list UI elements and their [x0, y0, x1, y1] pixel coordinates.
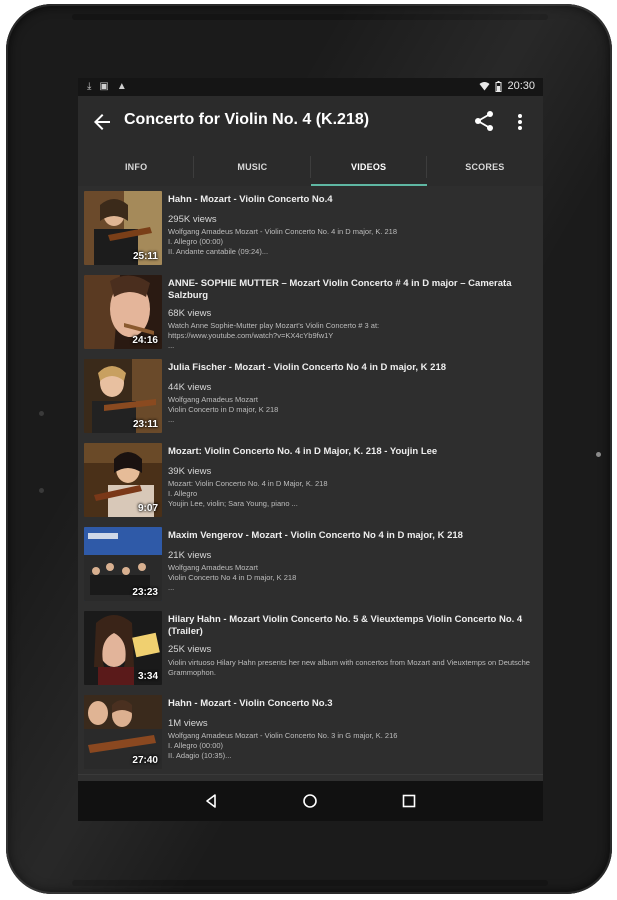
- video-thumbnail[interactable]: 24:16: [84, 275, 162, 349]
- video-thumbnail[interactable]: 23:23: [84, 527, 162, 601]
- video-duration: 24:16: [132, 335, 158, 346]
- share-icon[interactable]: [472, 109, 496, 133]
- video-thumbnail[interactable]: 27:40: [84, 695, 162, 769]
- back-arrow-icon[interactable]: [90, 110, 114, 134]
- video-description: Watch Anne Sophie-Mutter play Mozart's V…: [168, 321, 380, 350]
- video-description: Wolfgang Amadeus Mozart - Violin Concert…: [168, 227, 398, 256]
- video-duration: 3:34: [137, 671, 158, 682]
- video-description: Mozart: Violin Concerto No. 4 in D Major…: [168, 479, 328, 508]
- video-description: Wolfgang Amadeus Mozart - Violin Concert…: [168, 731, 398, 760]
- bottom-speaker-grille: [72, 880, 548, 886]
- video-views: 25K views: [168, 644, 212, 655]
- video-title: Mozart: Violin Concerto No. 4 in D Major…: [168, 446, 438, 457]
- video-views: 21K views: [168, 550, 212, 561]
- video-list: 25:11 Hahn - Mozart - Violin Concerto No…: [78, 186, 543, 781]
- video-list-item[interactable]: 9:07 Mozart: Violin Concerto No. 4 in D …: [78, 438, 543, 523]
- video-list-item[interactable]: 3:34 Hilary Hahn - Mozart Violin Concert…: [78, 606, 543, 691]
- notification-icons: ⤓ ▣ ▲: [87, 81, 127, 92]
- video-duration: 27:40: [132, 755, 158, 766]
- video-views: 39K views: [168, 466, 212, 477]
- system-icons: 20:30: [479, 80, 535, 92]
- tablet-device: ⤓ ▣ ▲ 20:30 Concerto for Violin No. 4 (K…: [6, 4, 612, 894]
- tab-label: SCORES: [465, 162, 505, 172]
- video-duration: 23:11: [132, 419, 158, 430]
- navigation-bar: [78, 781, 543, 821]
- video-duration: 9:07: [137, 503, 158, 514]
- video-thumbnail[interactable]: 23:11: [84, 359, 162, 433]
- video-description: Wolfgang Amadeus Mozart Violin Concerto …: [168, 563, 297, 592]
- app-bar: Concerto for Violin No. 4 (K.218): [78, 96, 543, 148]
- video-list-item[interactable]: 25:11 Hahn - Mozart - Violin Concerto No…: [78, 186, 543, 271]
- page-title: Concerto for Violin No. 4 (K.218): [124, 111, 370, 128]
- wifi-icon: [479, 82, 490, 91]
- video-title: Hahn - Mozart - Violin Concerto No.4: [168, 194, 333, 205]
- more-options-icon[interactable]: [510, 110, 530, 134]
- camera-icon: ▣: [99, 81, 109, 92]
- video-title: Julia Fischer - Mozart - Violin Concerto…: [168, 362, 447, 373]
- nav-recents-icon[interactable]: [400, 792, 418, 810]
- android-icon: ▲: [116, 81, 127, 92]
- video-title: ANNE- SOPHIE MUTTER – Mozart Violin Conc…: [168, 278, 512, 301]
- nav-home-icon[interactable]: [301, 792, 319, 810]
- video-list-item[interactable]: 23:23 Maxim Vengerov - Mozart - Violin C…: [78, 522, 543, 607]
- tab-music[interactable]: MUSIC: [194, 148, 311, 186]
- video-thumbnail[interactable]: 25:11: [84, 191, 162, 265]
- video-title: Maxim Vengerov - Mozart - Violin Concert…: [168, 530, 463, 541]
- video-duration: 23:23: [132, 587, 158, 598]
- download-icon: ⤓: [87, 81, 92, 92]
- video-duration: 25:11: [132, 251, 158, 262]
- top-speaker-grille: [72, 14, 548, 20]
- video-title: Hilary Hahn - Mozart Violin Concerto No.…: [168, 614, 523, 637]
- video-views: 1M views: [168, 718, 208, 729]
- video-title: Hahn - Mozart - Violin Concerto No.3: [168, 698, 333, 709]
- video-list-item[interactable]: 24:16 ANNE- SOPHIE MUTTER – Mozart Violi…: [78, 270, 543, 355]
- video-thumbnail[interactable]: 3:34: [84, 611, 162, 685]
- device-sensor: [39, 411, 44, 416]
- tab-bar: INFO MUSIC VIDEOS SCORES: [78, 148, 543, 186]
- tab-label: MUSIC: [237, 162, 268, 172]
- video-views: 44K views: [168, 382, 212, 393]
- tab-scores[interactable]: SCORES: [427, 148, 543, 186]
- nav-back-icon[interactable]: [202, 792, 220, 810]
- device-sensor: [39, 488, 44, 493]
- tab-label: INFO: [124, 162, 148, 172]
- tab-label: VIDEOS: [351, 162, 387, 172]
- battery-icon: [495, 80, 502, 92]
- video-list-item[interactable]: 27:40 Hahn - Mozart - Violin Concerto No…: [78, 690, 543, 775]
- video-views: 68K views: [168, 308, 212, 319]
- tab-videos[interactable]: VIDEOS: [310, 148, 428, 186]
- status-bar: ⤓ ▣ ▲ 20:30: [78, 78, 543, 96]
- video-thumbnail[interactable]: 9:07: [84, 443, 162, 517]
- video-list-item[interactable]: 23:11 Julia Fischer - Mozart - Violin Co…: [78, 354, 543, 439]
- video-description: Wolfgang Amadeus Mozart Violin Concerto …: [168, 395, 279, 424]
- clock: 20:30: [507, 80, 535, 92]
- front-camera: [596, 452, 601, 457]
- tab-info[interactable]: INFO: [78, 148, 195, 186]
- video-views: 295K views: [168, 214, 217, 225]
- screen: ⤓ ▣ ▲ 20:30 Concerto for Violin No. 4 (K…: [78, 78, 543, 821]
- video-description: Violin virtuoso Hilary Hahn presents her…: [168, 658, 530, 677]
